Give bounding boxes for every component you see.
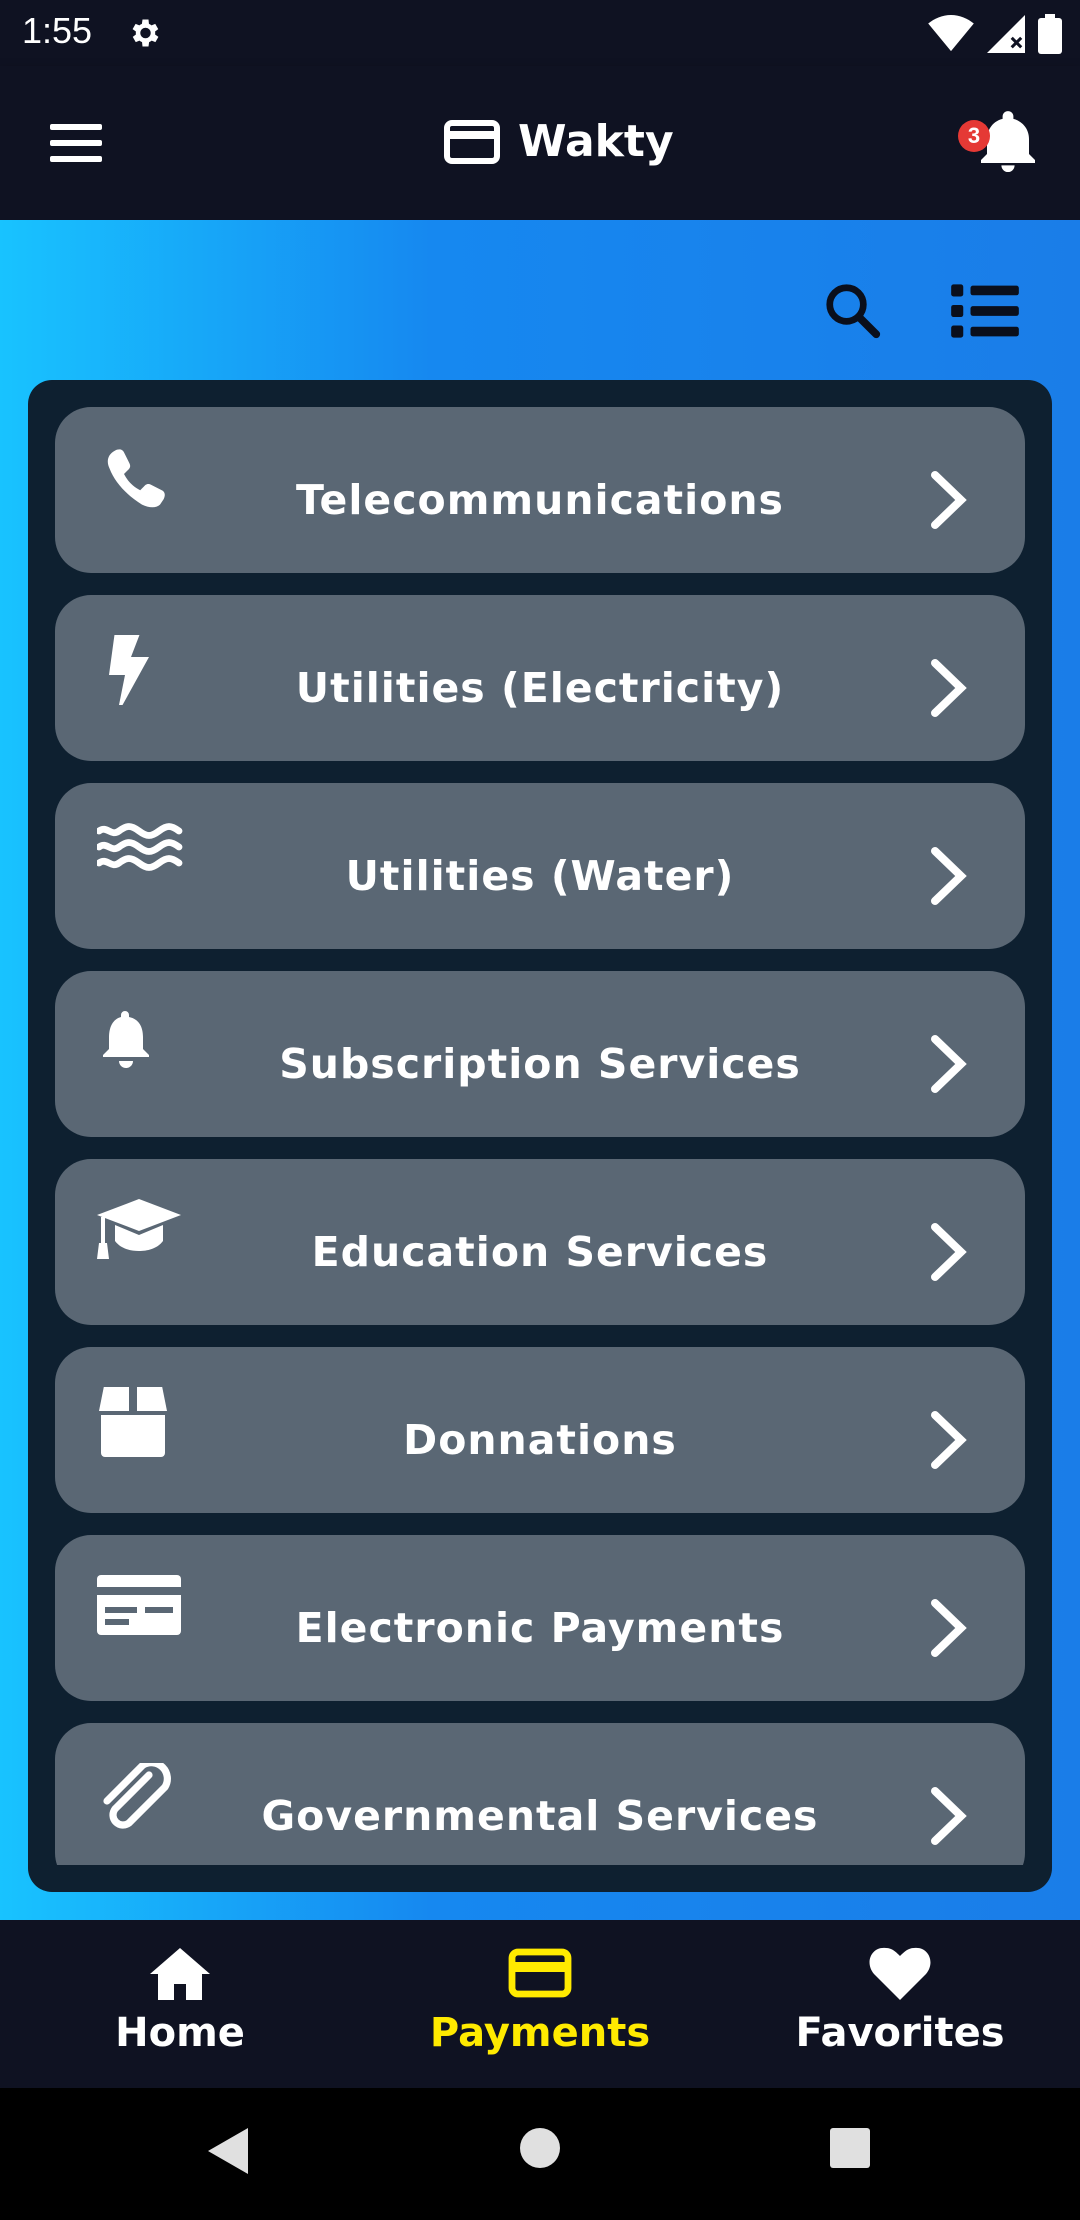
app-brand: Wakty — [444, 116, 674, 167]
system-icons — [928, 14, 1062, 54]
status-time: 1:55 — [22, 10, 93, 51]
chevron-right-icon — [931, 1599, 967, 1657]
heart-icon — [869, 1947, 931, 2000]
chevron-right-icon — [931, 1411, 967, 1469]
nav-home[interactable]: Home — [0, 1920, 360, 2088]
category-label: Utilities (Electricity) — [295, 664, 785, 712]
category-label: Utilities (Water) — [345, 852, 735, 900]
settings-gear-icon — [132, 19, 159, 47]
chevron-right-icon — [931, 471, 967, 529]
category-electronic-payments[interactable]: Electronic Payments — [55, 1535, 1025, 1701]
hamburger-menu-icon — [50, 124, 102, 130]
category-donnations[interactable]: Donnations — [55, 1347, 1025, 1513]
bottom-navigation: Home Payments Favorites — [0, 1920, 1080, 2088]
main-content: Telecommunications Utilities (Electricit… — [0, 220, 1080, 1920]
credit-card-icon — [508, 1948, 572, 1998]
cell-signal-icon — [987, 15, 1025, 53]
category-telecommunications[interactable]: Telecommunications — [55, 407, 1025, 573]
app-bar: Wakty 3 — [0, 66, 1080, 220]
chevron-right-icon — [931, 1035, 967, 1093]
status-bar: 1:55 — [0, 0, 1080, 66]
notification-badge: 3 — [958, 120, 990, 152]
category-governmental-services[interactable]: Governmental Services — [55, 1723, 1025, 1865]
list-view-icon[interactable] — [950, 282, 1020, 340]
credit-card-icon — [444, 119, 500, 164]
category-label: Education Services — [311, 1228, 769, 1276]
category-label: Electronic Payments — [295, 1604, 785, 1652]
category-label: Donnations — [403, 1416, 677, 1464]
category-utilities-water[interactable]: Utilities (Water) — [55, 783, 1025, 949]
category-label: Governmental Services — [261, 1792, 819, 1840]
home-icon — [150, 1948, 210, 2000]
nav-payments[interactable]: Payments — [360, 1920, 720, 2088]
menu-button[interactable] — [50, 124, 102, 162]
category-subscription-services[interactable]: Subscription Services — [55, 971, 1025, 1137]
category-label: Telecommunications — [296, 476, 784, 524]
wifi-icon — [928, 15, 974, 52]
nav-favorites-label: Favorites — [795, 2010, 1005, 2056]
home-circle-icon[interactable] — [518, 2126, 562, 2170]
recents-square-icon[interactable] — [828, 2126, 872, 2170]
back-icon[interactable] — [204, 2126, 250, 2176]
chevron-right-icon — [931, 847, 967, 905]
category-list[interactable]: Telecommunications Utilities (Electricit… — [55, 407, 1025, 1865]
category-list-panel: Telecommunications Utilities (Electricit… — [28, 380, 1052, 1892]
chevron-right-icon — [931, 1787, 967, 1845]
battery-icon — [1038, 14, 1062, 54]
nav-favorites[interactable]: Favorites — [720, 1920, 1080, 2088]
system-navigation-bar — [0, 2088, 1080, 2220]
category-label: Subscription Services — [279, 1040, 801, 1088]
nav-home-label: Home — [115, 2010, 245, 2056]
category-utilities-electricity[interactable]: Utilities (Electricity) — [55, 595, 1025, 761]
search-icon[interactable] — [822, 280, 884, 342]
chevron-right-icon — [931, 1223, 967, 1281]
app-title: Wakty — [518, 116, 674, 167]
nav-payments-label: Payments — [429, 2010, 651, 2056]
chevron-right-icon — [931, 659, 967, 717]
category-education-services[interactable]: Education Services — [55, 1159, 1025, 1325]
notifications-button[interactable]: 3 — [958, 106, 1044, 178]
